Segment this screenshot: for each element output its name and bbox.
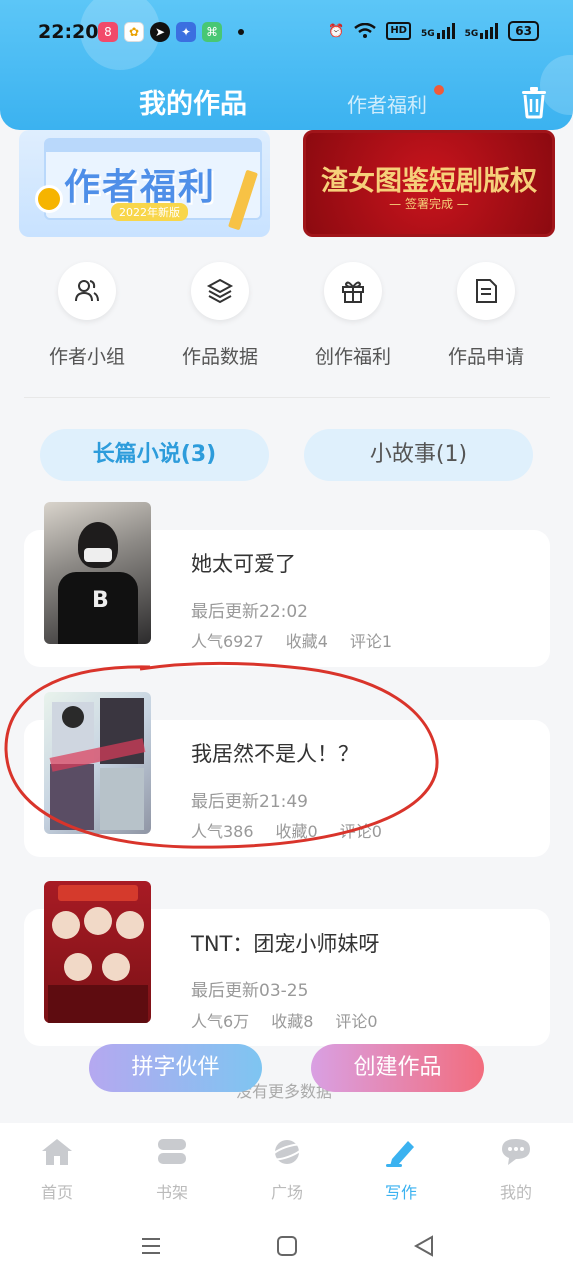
quick-action-label: 作者小组 [48,346,125,368]
quick-action-label: 作品数据 [181,346,258,368]
hd-icon: HD [386,22,411,40]
network-label: 5G [420,29,435,39]
nav-label: 写作 [384,1183,417,1202]
app-notification-icon: ➤ [150,22,170,42]
nav-mine[interactable]: 我的 [476,1137,556,1203]
bookshelf-icon [158,1139,186,1164]
notification-dot [434,85,444,95]
tab-novels[interactable]: 长篇小说(3) [40,429,269,481]
nav-label: 书架 [155,1183,188,1202]
work-cover-image[interactable] [44,881,151,1023]
home-icon [42,1139,72,1165]
chat-icon [502,1139,530,1165]
pen-icon [386,1141,414,1167]
document-icon [457,262,515,320]
nav-home[interactable]: 首页 [17,1137,97,1203]
status-time: 22:20 [38,21,99,43]
page-title[interactable]: 我的作品 [139,82,247,121]
work-updated: 最后更新03-25 [191,981,309,1001]
nav-label: 首页 [40,1183,73,1202]
network-label: 5G [464,29,479,39]
work-title: TNT：团宠小师妹呀 [191,932,380,956]
users-icon [58,262,116,320]
work-popularity: 人气6927 [191,632,264,651]
system-icons: ⏰ HD 5G 5G 63 [328,21,539,41]
app-notification-icon: ✿ [124,22,144,42]
work-stats: 人气6万 收藏8 评论0 [191,1008,378,1032]
work-cover-image[interactable]: B [44,502,151,644]
signal-2-icon: 5G [465,23,499,39]
partner-button[interactable]: 拼字伙伴 [89,1044,262,1092]
work-stats: 人气6927 收藏4 评论1 [191,628,392,652]
quick-action-work-data[interactable]: 作品数据 [180,262,260,369]
clock-icon [35,185,63,213]
banner-subtitle: — 签署完成 — [389,197,469,211]
quick-action-label: 作品申请 [447,346,524,368]
planet-icon [269,1140,305,1164]
tab-short-stories[interactable]: 小故事(1) [304,429,533,481]
notification-icons: 8 ✿ ➤ ✦ ⌘ [98,22,244,42]
header: 22:20 8 ✿ ➤ ✦ ⌘ ⏰ HD 5G 5G 63 我的作品 作者福利 [0,0,573,130]
banner-title: 渣女图鉴短剧版权 [321,166,537,197]
gift-icon [324,262,382,320]
banner-subtitle: 2022年新版 [111,203,188,221]
work-title: 她太可爱了 [191,552,296,576]
signal-1-icon: 5G [421,23,455,39]
drama-rights-banner[interactable]: 渣女图鉴短剧版权 — 签署完成 — [303,130,555,237]
annotation-circle [4,661,439,849]
trash-icon[interactable] [519,85,549,119]
status-bar: 22:20 8 ✿ ➤ ✦ ⌘ ⏰ HD 5G 5G 63 [0,0,573,64]
work-comments: 评论1 [349,632,393,651]
layers-icon [191,262,249,320]
create-work-button[interactable]: 创建作品 [311,1044,484,1092]
nav-writing[interactable]: 写作 [361,1137,441,1203]
work-popularity: 人气6万 [191,1012,250,1031]
app-notification-icon: 8 [98,22,118,42]
nav-bookshelf[interactable]: 书架 [132,1137,212,1203]
work-favorites: 收藏8 [271,1012,314,1031]
app-notification-icon: ✦ [176,22,196,42]
tab-author-benefits[interactable]: 作者福利 [347,89,427,118]
battery-icon: 63 [508,21,539,41]
back-icon[interactable] [412,1234,436,1258]
quick-action-creation-benefits[interactable]: 创作福利 [313,262,393,369]
alarm-icon: ⏰ [328,23,345,39]
quick-action-work-application[interactable]: 作品申请 [446,262,526,369]
quick-action-label: 创作福利 [314,346,391,368]
work-comments: 评论0 [335,1012,378,1031]
wifi-icon [354,23,377,38]
quick-action-author-group[interactable]: 作者小组 [47,262,127,369]
divider [24,397,550,398]
nav-label: 广场 [270,1183,303,1202]
more-notifications-icon [238,29,244,35]
app-notification-icon: ⌘ [202,22,222,42]
work-favorites: 收藏4 [285,632,328,651]
work-updated: 最后更新22:02 [191,602,308,622]
home-button-icon[interactable] [275,1234,299,1258]
menu-icon[interactable] [139,1234,163,1258]
nav-label: 我的 [499,1183,532,1202]
nav-plaza[interactable]: 广场 [247,1137,327,1203]
author-benefits-banner[interactable]: 作者福利 2022年新版 [19,130,270,237]
